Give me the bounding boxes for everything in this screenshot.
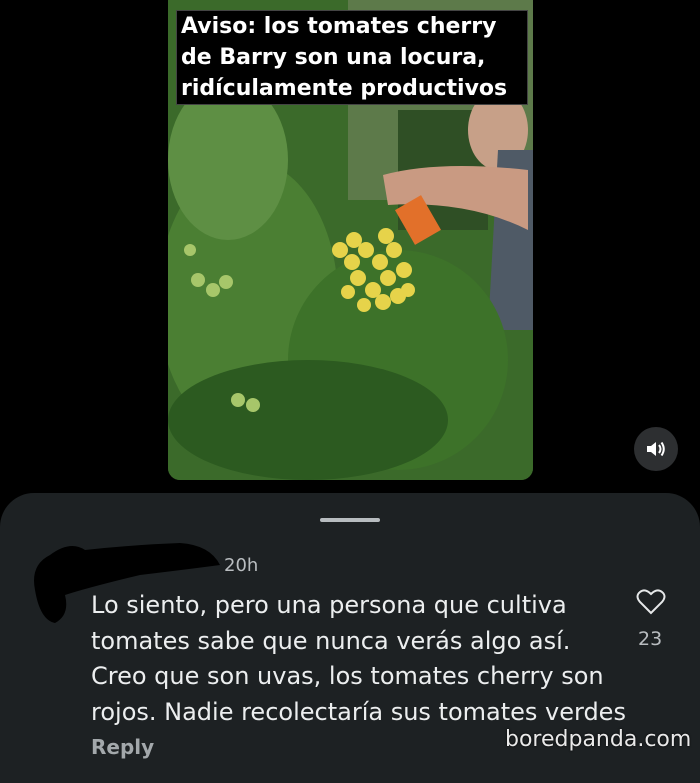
speaker-volume-icon [647, 441, 665, 457]
sound-toggle-button[interactable] [634, 427, 678, 471]
watermark: boredpanda.com [505, 727, 692, 752]
heart-outline-icon[interactable] [636, 588, 666, 616]
comment-timestamp: 20h [224, 555, 259, 576]
like-count: 23 [638, 628, 663, 650]
video-caption: Aviso: los tomates cherry de Barry son u… [176, 10, 528, 105]
comment-text: Lo siento, pero una persona que cultiva … [91, 591, 626, 726]
reply-button[interactable]: Reply [91, 735, 154, 759]
sheet-drag-handle[interactable] [320, 518, 380, 522]
